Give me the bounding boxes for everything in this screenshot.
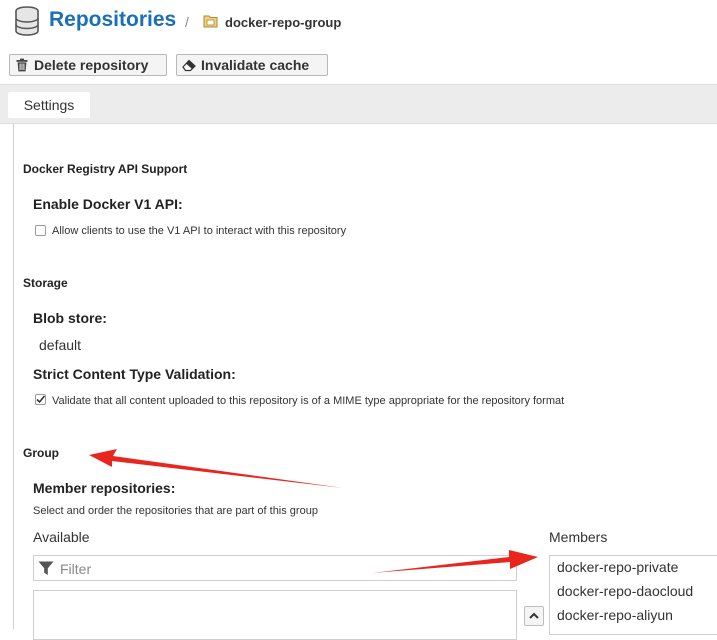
- page-title[interactable]: Repositories: [49, 8, 176, 32]
- available-label: Available: [33, 529, 90, 545]
- available-repositories-list[interactable]: [33, 590, 517, 640]
- filter-field[interactable]: [33, 555, 517, 581]
- folder-icon: [203, 15, 218, 28]
- invalidate-cache-label: Invalidate cache: [201, 57, 310, 73]
- breadcrumb-separator: /: [185, 14, 189, 30]
- trash-icon: [16, 58, 28, 72]
- member-item[interactable]: docker-repo-private: [557, 559, 678, 575]
- database-icon: [15, 6, 39, 36]
- breadcrumb-repo-name: docker-repo-group: [225, 15, 342, 30]
- invalidate-cache-button[interactable]: Invalidate cache: [176, 54, 328, 76]
- filter-input[interactable]: [58, 559, 502, 579]
- enable-docker-v1-checkbox[interactable]: [35, 225, 46, 236]
- members-list[interactable]: docker-repo-private docker-repo-daocloud…: [549, 555, 717, 635]
- eraser-icon: [182, 59, 196, 72]
- tab-settings[interactable]: Settings: [8, 92, 90, 118]
- storage-section-title: Storage: [23, 276, 68, 290]
- group-section-title: Group: [23, 446, 59, 460]
- strict-content-validation-label: Strict Content Type Validation:: [33, 366, 236, 382]
- docker-registry-section-title: Docker Registry API Support: [23, 162, 188, 176]
- enable-docker-v1-text: Allow clients to use the V1 API to inter…: [52, 225, 347, 237]
- member-repositories-help: Select and order the repositories that a…: [33, 505, 318, 517]
- member-repositories-label: Member repositories:: [33, 480, 176, 496]
- filter-icon: [38, 561, 54, 575]
- blob-store-label: Blob store:: [33, 310, 107, 326]
- chevron-up-icon: [529, 612, 539, 619]
- delete-repository-label: Delete repository: [34, 57, 149, 73]
- strict-content-validation-text: Validate that all content uploaded to th…: [52, 395, 565, 407]
- enable-docker-v1-label: Enable Docker V1 API:: [33, 196, 183, 212]
- delete-repository-button[interactable]: Delete repository: [9, 54, 167, 76]
- member-item[interactable]: docker-repo-aliyun: [557, 607, 673, 623]
- move-up-button[interactable]: [524, 606, 544, 626]
- members-label: Members: [549, 529, 608, 545]
- checkmark-icon: [36, 395, 46, 404]
- tab-bar: Settings: [0, 84, 717, 124]
- header: Repositories / docker-repo-group: [0, 0, 717, 46]
- strict-content-validation-checkbox[interactable]: [35, 394, 46, 405]
- blob-store-value: default: [39, 337, 82, 353]
- member-item[interactable]: docker-repo-daocloud: [557, 583, 693, 599]
